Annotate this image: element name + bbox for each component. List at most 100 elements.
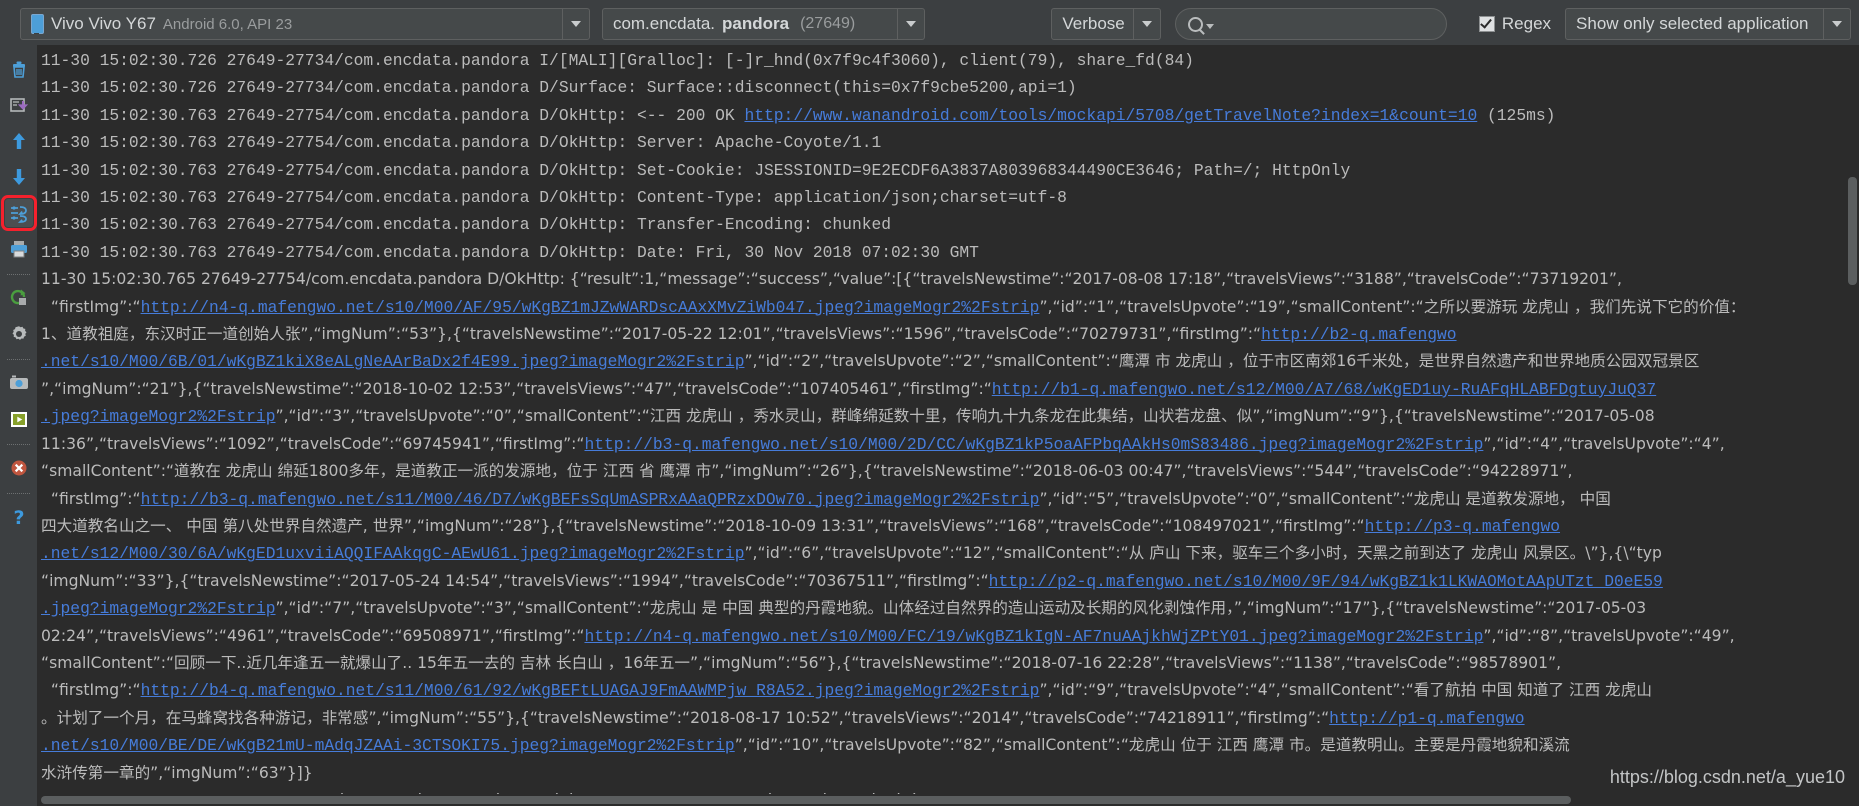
logcat-vertical-scrollbar[interactable] [1846, 45, 1859, 806]
log-text: “firstImg”:“ [41, 297, 141, 316]
log-link[interactable]: http://n4-q.mafengwo.net/s10/M00/AF/95/w… [141, 298, 1040, 317]
log-line: 11-30 15:02:30.726 27649-27734/com.encda… [41, 74, 1833, 101]
svg-text:?: ? [13, 507, 24, 528]
down-the-stack-trace-icon[interactable] [5, 163, 33, 191]
gear-icon[interactable] [5, 320, 33, 348]
up-the-stack-trace-icon[interactable] [5, 127, 33, 155]
log-text: 11-30 15:02:30.726 27649-27734/com.encda… [41, 78, 1077, 98]
device-selector[interactable]: Vivo Vivo Y67 Android 6.0, API 23 [20, 8, 590, 40]
logcat-horizontal-scrollbar[interactable] [37, 794, 1849, 806]
log-line: “firstImg”:“http://b3-q.mafengwo.net/s11… [41, 486, 1833, 513]
log-link[interactable]: http://b2-q.mafengwo [1261, 325, 1456, 344]
log-level-body[interactable]: Verbose [1052, 9, 1133, 39]
device-selector-chevron-down-icon[interactable] [561, 9, 589, 39]
log-link[interactable]: http://b3-q.mafengwo.net/s11/M00/46/D7/w… [141, 490, 1040, 509]
chevron-down-icon [1142, 21, 1153, 27]
log-text: ”,“id”:“1”,“travelsUpvote”:“19”,“smallCo… [1039, 297, 1746, 316]
log-link[interactable]: .jpeg?imageMogr2%2Fstrip [41, 407, 276, 426]
process-selector-body[interactable]: com.encdata. pandora (27649) [603, 9, 897, 39]
log-text: “imgNum”:“33”},{“travelsNewstime”:“2017-… [41, 571, 989, 590]
clear-logcat-icon[interactable] [5, 55, 33, 83]
log-level-value: Verbose [1062, 14, 1125, 33]
log-text: (125ms) [1477, 105, 1556, 125]
log-link[interactable]: http://p2-q.mafengwo.net/s10/M00/9F/94/w… [989, 572, 1663, 591]
logcat-toolbar: Vivo Vivo Y67 Android 6.0, API 23 com.en… [0, 0, 1859, 48]
device-meta: Android 6.0, API 23 [162, 15, 293, 33]
rail-divider [7, 359, 30, 360]
log-line: 11-30 15:02:30.763 27649-27754/com.encda… [41, 129, 1833, 156]
device-selector-body[interactable]: Vivo Vivo Y67 Android 6.0, API 23 [21, 9, 562, 39]
log-line: “firstImg”:“http://n4-q.mafengwo.net/s10… [41, 294, 1833, 321]
log-link[interactable]: http://www.wanandroid.com/tools/mockapi/… [744, 106, 1477, 125]
log-text: 11-30 15:02:30.763 27649-27754/com.encda… [41, 188, 1067, 208]
log-text: 11:36”,“travelsViews”:“1092”,“travelsCod… [41, 434, 585, 453]
logcat-output-pane[interactable]: 11-30 15:02:30.726 27649-27734/com.encda… [37, 45, 1849, 806]
terminate-application-icon[interactable] [5, 454, 33, 482]
log-text: ”,“id”:“4”,“travelsUpvote”:“4”, [1483, 434, 1725, 453]
log-line: “smallContent”:“回顾一下..近几年逢五一就爆山了.. 15年五一… [41, 650, 1833, 677]
print-icon[interactable] [5, 235, 33, 263]
device-name: Vivo Vivo Y67 [51, 14, 156, 33]
regex-toggle[interactable]: Regex [1478, 14, 1552, 34]
scope-filter-chevron-down-icon[interactable] [1823, 9, 1850, 39]
scope-filter-selector[interactable]: Show only selected application [1565, 8, 1851, 40]
regex-checkbox[interactable] [1478, 16, 1495, 32]
log-line: 11-30 15:02:30.763 27649-27754/com.encda… [41, 102, 1833, 129]
logcat-vertical-scroll-thumb[interactable] [1848, 177, 1857, 285]
process-selector-chevron-down-icon[interactable] [897, 9, 924, 39]
process-selector[interactable]: com.encdata. pandora (27649) [601, 8, 926, 40]
log-line: .jpeg?imageMogr2%2Fstrip”,“id”:“7”,“trav… [41, 595, 1833, 622]
phone-icon [31, 14, 44, 34]
screen-record-icon[interactable] [5, 405, 33, 433]
regex-label: Regex [1501, 14, 1552, 33]
log-link[interactable]: http://b1-q.mafengwo.net/s12/M00/A7/68/w… [992, 380, 1656, 399]
search-input[interactable] [1217, 14, 1434, 34]
search-history-chevron-down-icon[interactable] [1206, 24, 1215, 29]
log-link[interactable]: http://p1-q.mafengwo [1329, 709, 1524, 728]
log-link[interactable]: .net/s12/M00/30/6A/wKgED1uxviiAQQIFAAkqg… [41, 544, 744, 563]
soft-wraps-icon[interactable] [0, 195, 37, 231]
logcat-output-text: 11-30 15:02:30.726 27649-27734/com.encda… [41, 47, 1833, 806]
log-text: “firstImg”:“ [41, 681, 141, 700]
log-link[interactable]: .net/s10/M00/6B/01/wKgBZ1kiX8eALgNeAArBa… [41, 352, 744, 371]
screenshot-icon[interactable] [5, 369, 33, 397]
log-line: .net/s10/M00/BE/DE/wKgB21mU-mAdqJZAAi-3C… [41, 732, 1833, 759]
chevron-down-icon [1832, 21, 1842, 27]
chevron-down-icon [570, 21, 581, 27]
log-line: .jpeg?imageMogr2%2Fstrip”,“id”:“3”,“trav… [41, 403, 1833, 430]
log-filter-search[interactable] [1175, 8, 1447, 40]
log-link[interactable]: http://p3-q.mafengwo [1365, 517, 1560, 536]
log-text: 水浒传第一章的”,“imgNum”:“63”}]} [41, 763, 313, 782]
log-text: ”,“imgNum”:“21”},{“travelsNewstime”:“201… [41, 379, 992, 398]
logcat-horizontal-scroll-thumb[interactable] [41, 796, 1571, 804]
log-text: 四大道教名山之一、 中国 第八处世界自然遗产, 世界”,“imgNum”:“28… [41, 516, 1365, 535]
log-text: ”,“id”:“8”,“travelsUpvote”:“49”, [1483, 626, 1735, 645]
log-line: 11-30 15:02:30.765 27649-27754/com.encda… [41, 266, 1833, 293]
log-link[interactable]: .net/s10/M00/BE/DE/wKgB21mU-mAdqJZAAi-3C… [41, 736, 735, 755]
log-text: 11-30 15:02:30.763 27649-27754/com.encda… [41, 242, 979, 262]
log-line: .net/s10/M00/6B/01/wKgBZ1kiX8eALgNeAArBa… [41, 348, 1833, 375]
log-text: 02:24”,“travelsViews”:“4961”,“travelsCod… [41, 626, 585, 645]
rail-divider [7, 493, 30, 494]
log-text: 11-30 15:02:30.765 27649-27754/com.encda… [41, 270, 1622, 289]
scope-filter-body[interactable]: Show only selected application [1566, 9, 1823, 39]
log-link[interactable]: http://n4-q.mafengwo.net/s10/M00/FC/19/w… [585, 627, 1484, 646]
log-line: 11-30 15:02:30.763 27649-27754/com.encda… [41, 239, 1833, 266]
log-line: .net/s12/M00/30/6A/wKgED1uxviiAQQIFAAkqg… [41, 540, 1833, 567]
scroll-to-end-icon[interactable] [5, 91, 33, 119]
log-link[interactable]: http://b4-q.mafengwo.net/s11/M00/61/92/w… [141, 681, 1040, 700]
log-text: “firstImg”:“ [41, 489, 141, 508]
log-line: 11-30 15:02:30.763 27649-27754/com.encda… [41, 157, 1833, 184]
restart-icon[interactable] [5, 284, 33, 312]
log-level-chevron-down-icon[interactable] [1133, 9, 1160, 39]
log-text: ”,“id”:“6”,“travelsUpvote”:“12”,“smallCo… [744, 544, 1662, 563]
log-link[interactable]: .jpeg?imageMogr2%2Fstrip [41, 599, 276, 618]
process-package-prefix: com.encdata. [612, 14, 715, 33]
log-text: “smallContent”:“道教在 龙虎山 绵延1800多年，是道教正一派的… [41, 462, 1573, 481]
log-link[interactable]: http://b3-q.mafengwo.net/s10/M00/2D/CC/w… [585, 435, 1484, 454]
help-icon[interactable]: ? [5, 503, 33, 531]
log-line: ”,“imgNum”:“21”},{“travelsNewstime”:“201… [41, 376, 1833, 403]
log-level-selector[interactable]: Verbose [1051, 8, 1162, 40]
log-line: 1、道教祖庭，东汉时正一道创始人张”,“imgNum”:“53”},{“trav… [41, 321, 1833, 348]
log-text: ”,“id”:“9”,“travelsUpvote”:“4”,“smallCon… [1039, 681, 1652, 700]
